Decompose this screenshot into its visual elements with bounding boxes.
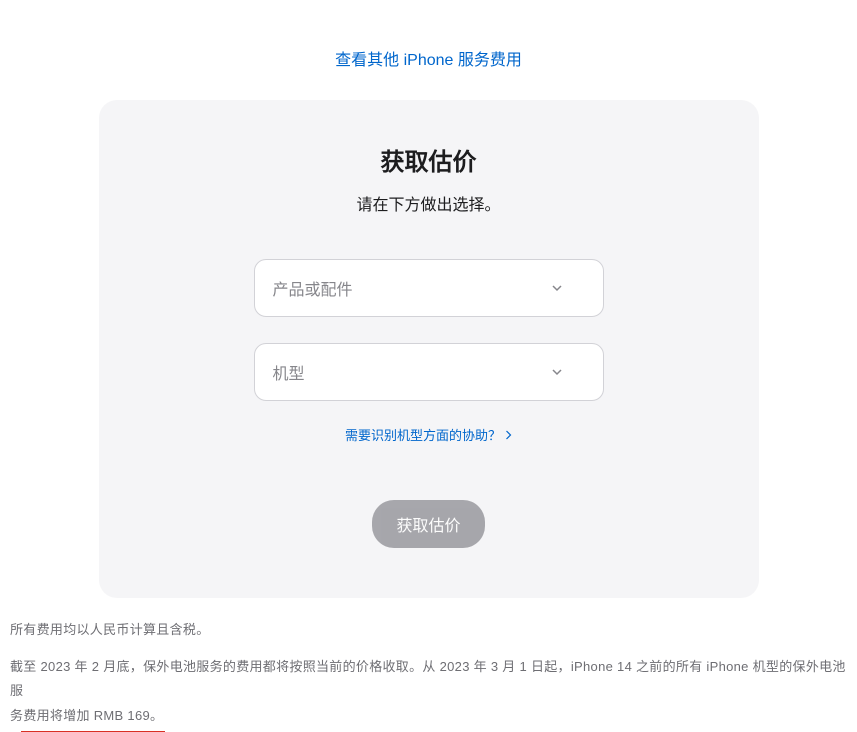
price-increase-highlight: 费用将增加 RMB 169。 <box>23 704 163 729</box>
chevron-right-icon <box>505 430 512 440</box>
card-title: 获取估价 <box>139 142 719 177</box>
chevron-down-icon <box>551 282 563 294</box>
card-subtitle: 请在下方做出选择。 <box>139 191 719 215</box>
footer-line-2-prefix: 务 <box>10 708 23 723</box>
product-select-wrap: 产品或配件 <box>254 259 604 317</box>
button-row: 获取估价 <box>139 500 719 548</box>
help-link-label: 需要识别机型方面的协助？ <box>345 425 501 444</box>
model-select-wrap: 机型 <box>254 343 604 401</box>
footer-text: 所有费用均以人民币计算且含税。 截至 2023 年 2 月底，保外电池服务的费用… <box>0 598 857 729</box>
other-service-fees-link[interactable]: 查看其他 iPhone 服务费用 <box>335 52 522 69</box>
get-estimate-button[interactable]: 获取估价 <box>372 500 484 548</box>
identify-model-help-link[interactable]: 需要识别机型方面的协助？ <box>345 425 512 444</box>
model-select[interactable]: 机型 <box>254 343 604 401</box>
footer-line-1: 所有费用均以人民币计算且含税。 <box>10 618 847 643</box>
product-select[interactable]: 产品或配件 <box>254 259 604 317</box>
footer-line-2: 截至 2023 年 2 月底，保外电池服务的费用都将按照当前的价格收取。从 20… <box>10 655 847 729</box>
chevron-down-icon <box>551 366 563 378</box>
top-link-container: 查看其他 iPhone 服务费用 <box>0 0 857 100</box>
estimate-card: 获取估价 请在下方做出选择。 产品或配件 机型 需要识别机型方面的协助？ 获取估… <box>99 100 759 598</box>
product-select-placeholder: 产品或配件 <box>273 276 353 300</box>
footer-line-2-part1: 截至 2023 年 2 月底，保外电池服务的费用都将按照当前的价格收取。从 20… <box>10 659 846 699</box>
model-select-placeholder: 机型 <box>273 360 305 384</box>
